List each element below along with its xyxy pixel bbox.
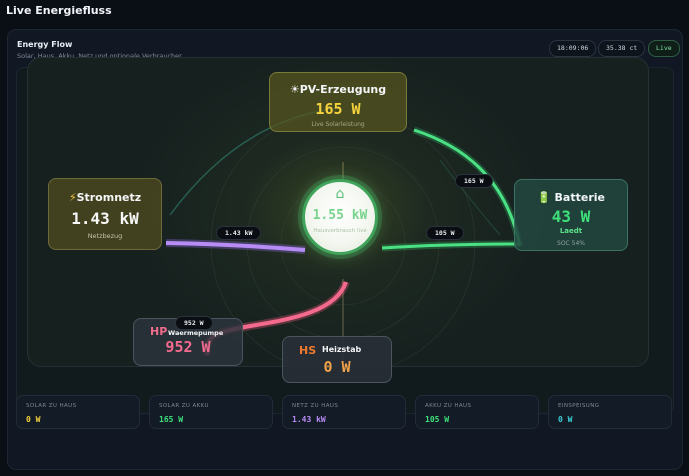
grid-value: 1.43 kW bbox=[71, 209, 139, 228]
house-value: 1.55 kW bbox=[312, 208, 368, 223]
house-hub[interactable]: ⌂ 1.55 kW Hausverbrauch live bbox=[302, 179, 378, 255]
grid-node[interactable]: ⚡Stromnetz 1.43 kW Netzbezug bbox=[48, 178, 162, 250]
pv-node[interactable]: ☀PV-Erzeugung 165 W Live Solarleistung bbox=[269, 72, 407, 132]
heater-abbr: HS bbox=[299, 344, 317, 357]
grid-house-flow-pill: 1.43 kW bbox=[216, 226, 262, 240]
sun-icon: ☀ bbox=[289, 83, 300, 96]
heatpump-abbr: HP bbox=[150, 325, 168, 338]
pv-sublabel: Live Solarleistung bbox=[311, 121, 365, 128]
stat-value: 0 W bbox=[558, 415, 573, 424]
heater-label: Heizstab bbox=[322, 345, 362, 354]
grid-sublabel: Netzbezug bbox=[87, 232, 123, 240]
battery-icon: 🔋 bbox=[537, 191, 551, 204]
lightning-icon: ⚡ bbox=[68, 191, 77, 204]
pv-value: 165 W bbox=[315, 100, 361, 118]
heater-node[interactable]: HS Heizstab 0 W bbox=[282, 336, 392, 383]
battery-value: 43 W bbox=[551, 207, 591, 226]
stat-label: SOLAR ZU AKKU bbox=[159, 403, 209, 409]
grid-label: Stromnetz bbox=[76, 191, 142, 204]
pv-battery-flow-pill: 165 W bbox=[455, 174, 493, 188]
stat-battery-to-house: AKKU ZU HAUS 105 W bbox=[415, 395, 539, 429]
house-label: Hausverbrauch live bbox=[313, 228, 367, 234]
battery-node[interactable]: 🔋 Batterie 43 W Laedt SOC 54% bbox=[514, 179, 628, 251]
stat-value: 0 W bbox=[26, 415, 41, 424]
battery-label: Batterie bbox=[554, 191, 605, 204]
stat-value: 1.43 kW bbox=[292, 415, 326, 424]
heatpump-flow-pill: 952 W bbox=[175, 316, 213, 330]
stat-value: 105 W bbox=[425, 415, 450, 424]
heatpump-value: 952 W bbox=[165, 338, 211, 356]
house-icon: ⌂ bbox=[335, 186, 345, 202]
stat-label: NETZ ZU HAUS bbox=[292, 403, 339, 409]
stat-grid-to-house: NETZ ZU HAUS 1.43 kW bbox=[282, 395, 406, 429]
heater-value: 0 W bbox=[323, 358, 351, 376]
battery-soc: SOC 54% bbox=[557, 240, 585, 247]
ambient-arc-2 bbox=[439, 159, 501, 236]
heatpump-label: Waermepumpe bbox=[168, 329, 224, 337]
stat-label: AKKU ZU HAUS bbox=[425, 403, 472, 409]
stat-value: 165 W bbox=[159, 415, 184, 424]
pv-label: PV-Erzeugung bbox=[299, 83, 387, 96]
battery-state: Laedt bbox=[559, 227, 583, 235]
stat-solar-to-battery: SOLAR ZU AKKU 165 W bbox=[149, 395, 273, 429]
stat-feed-in: EINSPEISUNG 0 W bbox=[548, 395, 672, 429]
battery-flow-pill: 105 W bbox=[426, 226, 464, 240]
stat-label: EINSPEISUNG bbox=[558, 403, 600, 409]
stat-solar-to-house: SOLAR ZU HAUS 0 W bbox=[16, 395, 140, 429]
stat-label: SOLAR ZU HAUS bbox=[26, 403, 77, 409]
